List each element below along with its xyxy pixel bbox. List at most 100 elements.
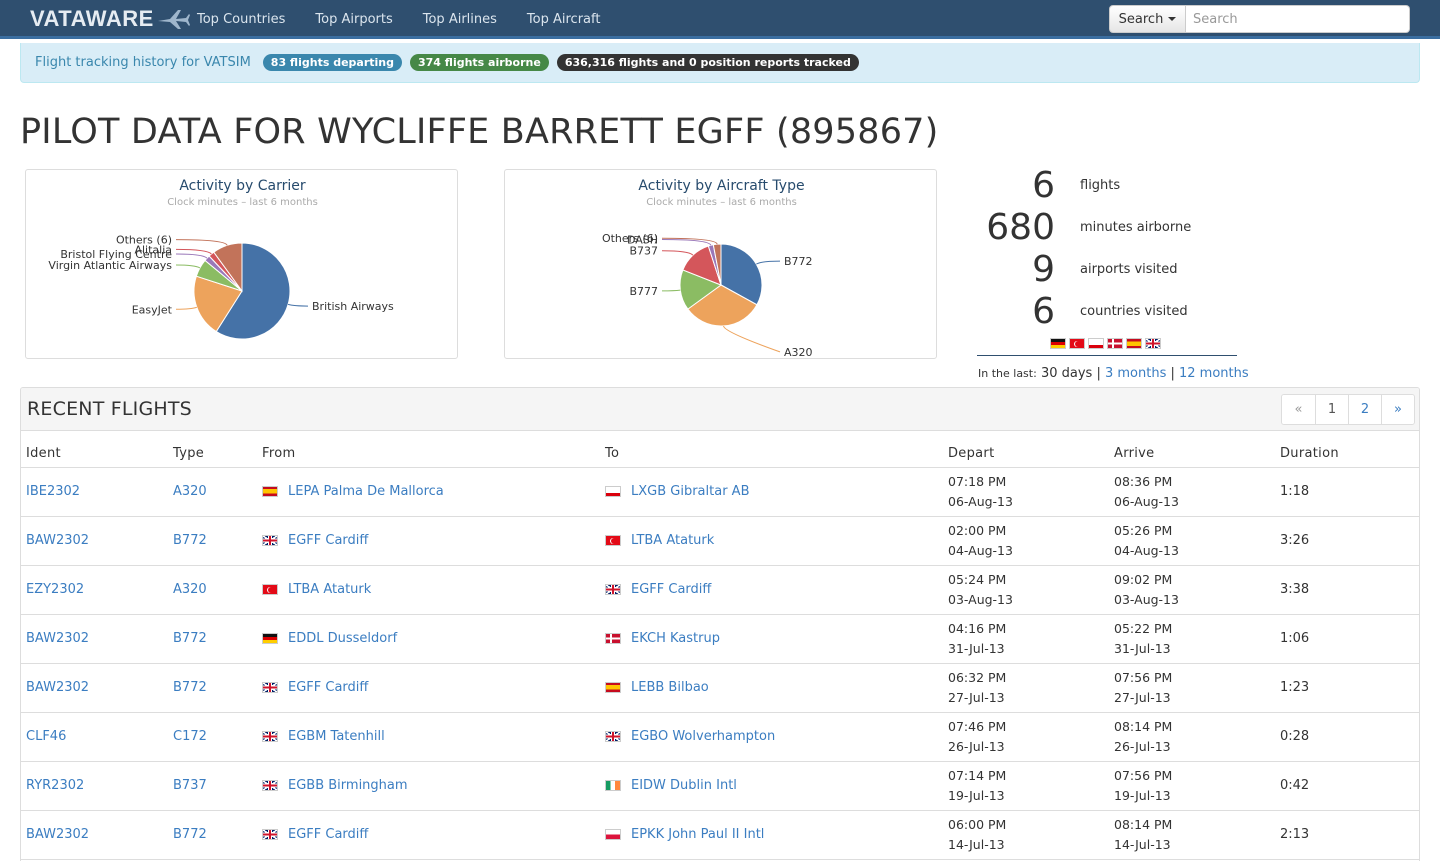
nav-top-aircraft[interactable]: Top Aircraft xyxy=(512,0,616,39)
flag-gb-icon xyxy=(262,731,278,742)
pie-slice-label: EasyJet xyxy=(132,303,173,316)
type-link[interactable]: B737 xyxy=(173,778,207,793)
from-airport-link[interactable]: EGBM Tatenhill xyxy=(288,729,385,744)
ident-link[interactable]: EZY2302 xyxy=(26,582,84,597)
cell-from: LTBA Ataturk xyxy=(257,565,600,615)
ident-link[interactable]: RYR2302 xyxy=(26,778,84,793)
type-link[interactable]: B772 xyxy=(173,631,207,646)
col-from: From xyxy=(257,431,600,468)
table-row: RYR2302 B737 EGBB Birmingham EIDW Dublin… xyxy=(21,761,1419,811)
visited-country-flags xyxy=(1050,338,1161,349)
type-link[interactable]: B772 xyxy=(173,680,207,695)
search-group: Search xyxy=(1109,5,1410,33)
from-airport-link[interactable]: EGFF Cardiff xyxy=(288,680,368,695)
brand-name[interactable]: VATAWARE xyxy=(30,6,154,32)
from-airport-link[interactable]: LEPA Palma De Mallorca xyxy=(288,484,444,499)
from-airport-link[interactable]: LTBA Ataturk xyxy=(288,582,371,597)
ident-link[interactable]: BAW2302 xyxy=(26,827,89,842)
cell-from: EGFF Cardiff xyxy=(257,810,600,860)
type-link[interactable]: A320 xyxy=(173,582,207,597)
depart-date: 31-Jul-13 xyxy=(948,640,1005,656)
cell-type: B772 xyxy=(168,614,257,664)
pie-label-connector xyxy=(175,253,208,259)
period-3-months-link[interactable]: 3 months xyxy=(1105,366,1166,381)
to-airport-link[interactable]: LXGB Gibraltar AB xyxy=(631,484,750,499)
chart-title: Activity by Aircraft Type xyxy=(638,178,804,194)
pager-next-button[interactable]: » xyxy=(1381,395,1414,424)
flag-gi-icon xyxy=(605,486,621,497)
search-type-dropdown[interactable]: Search xyxy=(1109,5,1186,33)
from-airport-link[interactable]: EGFF Cardiff xyxy=(288,533,368,548)
ident-link[interactable]: IBE2302 xyxy=(26,484,80,499)
to-airport-link[interactable]: LTBA Ataturk xyxy=(631,533,714,548)
type-link[interactable]: B772 xyxy=(173,533,207,548)
table-row: BAW2302 B772 EGFF Cardiff EPKK John Paul… xyxy=(21,810,1419,860)
ident-link[interactable]: BAW2302 xyxy=(26,680,89,695)
cell-arrive: 05:26 PM 04-Aug-13 xyxy=(1109,516,1275,566)
arrive-date: 03-Aug-13 xyxy=(1114,591,1179,607)
type-link[interactable]: C172 xyxy=(173,729,207,744)
carrier-pie-chart: Activity by Carrier Clock minutes – last … xyxy=(48,178,394,340)
pie-slice-label: B772 xyxy=(784,255,813,268)
chart-title: Activity by Carrier xyxy=(179,178,306,194)
depart-time: 04:16 PM xyxy=(948,620,1007,636)
departing-badge[interactable]: 83 flights departing xyxy=(262,54,402,71)
stat-flights: 6 flights xyxy=(977,166,1237,206)
pager-prev-button[interactable]: « xyxy=(1282,395,1315,424)
cell-type: C172 xyxy=(168,712,257,762)
flag-tr-icon xyxy=(1069,338,1085,349)
recent-flights-title: RECENT FLIGHTS xyxy=(27,398,192,420)
cell-arrive: 05:22 PM 31-Jul-13 xyxy=(1109,614,1275,664)
depart-time: 06:32 PM xyxy=(948,669,1007,685)
to-airport-link[interactable]: EIDW Dublin Intl xyxy=(631,778,737,793)
type-link[interactable]: B772 xyxy=(173,827,207,842)
stat-airports-number: 9 xyxy=(1032,249,1055,290)
table-row: BAW2302 B772 EGFF Cardiff LEBB Bilbao 06… xyxy=(21,663,1419,713)
to-airport-link[interactable]: EGFF Cardiff xyxy=(631,582,711,597)
to-airport-link[interactable]: EPKK John Paul II Intl xyxy=(631,827,764,842)
period-12-months-link[interactable]: 12 months xyxy=(1179,366,1249,381)
depart-date: 04-Aug-13 xyxy=(948,542,1013,558)
recent-flights-table: Ident Type From To Depart Arrive Duratio… xyxy=(21,431,1419,860)
cell-from: EGFF Cardiff xyxy=(257,663,600,713)
table-row: BAW2302 B772 EGFF Cardiff LTBA Ataturk 0… xyxy=(21,516,1419,566)
pie-label-connector xyxy=(661,250,694,256)
pager-page-1[interactable]: 1 xyxy=(1315,395,1348,424)
from-airport-link[interactable]: EGBB Birmingham xyxy=(288,778,408,793)
ident-link[interactable]: BAW2302 xyxy=(26,533,89,548)
to-airport-link[interactable]: EKCH Kastrup xyxy=(631,631,720,646)
arrive-date: 31-Jul-13 xyxy=(1114,640,1171,656)
cell-depart: 02:00 PM 04-Aug-13 xyxy=(943,516,1109,566)
stat-airports-label: airports visited xyxy=(1080,262,1178,277)
pie-label-connector xyxy=(287,303,309,307)
pie-slice-label: Others (6) xyxy=(602,232,658,245)
nav-top-airports[interactable]: Top Airports xyxy=(300,0,407,39)
flag-gb-icon xyxy=(262,829,278,840)
stat-minutes: 680 minutes airborne xyxy=(977,208,1237,248)
col-depart: Depart xyxy=(943,431,1109,468)
pager-page-2[interactable]: 2 xyxy=(1348,395,1381,424)
search-input[interactable] xyxy=(1186,5,1410,33)
flag-gb-icon xyxy=(605,731,621,742)
cell-type: B772 xyxy=(168,516,257,566)
cell-duration: 1:06 xyxy=(1275,614,1419,664)
cell-to: EGFF Cardiff xyxy=(600,565,943,615)
ident-link[interactable]: BAW2302 xyxy=(26,631,89,646)
to-airport-link[interactable]: EGBO Wolverhampton xyxy=(631,729,775,744)
ident-link[interactable]: CLF46 xyxy=(26,729,66,744)
flag-gb-icon xyxy=(262,535,278,546)
cell-ident: CLF46 xyxy=(21,712,168,762)
cell-to: LXGB Gibraltar AB xyxy=(600,467,943,517)
airborne-badge[interactable]: 374 flights airborne xyxy=(410,54,549,71)
from-airport-link[interactable]: EGFF Cardiff xyxy=(288,827,368,842)
brand-logo[interactable]: VATAWARE xyxy=(30,6,190,32)
nav-top-airlines[interactable]: Top Airlines xyxy=(408,0,512,39)
to-airport-link[interactable]: LEBB Bilbao xyxy=(631,680,709,695)
cell-to: EKCH Kastrup xyxy=(600,614,943,664)
recent-flights-panel: RECENT FLIGHTS « 1 2 » Ident Type From T… xyxy=(20,387,1420,861)
nav-top-countries[interactable]: Top Countries xyxy=(182,0,300,39)
from-airport-link[interactable]: EDDL Dusseldorf xyxy=(288,631,397,646)
type-link[interactable]: A320 xyxy=(173,484,207,499)
flag-es-icon xyxy=(1126,338,1142,349)
depart-date: 03-Aug-13 xyxy=(948,591,1013,607)
